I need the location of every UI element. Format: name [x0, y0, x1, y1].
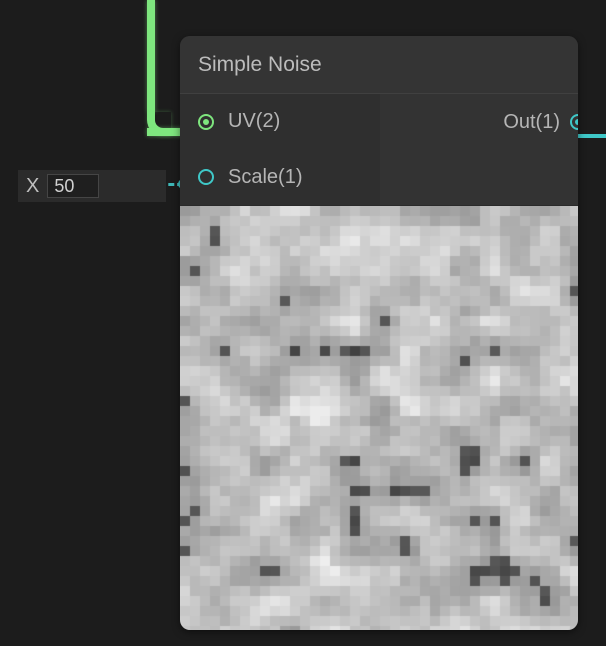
port-socket-icon[interactable] — [198, 114, 214, 130]
node-preview — [180, 206, 578, 630]
node-simple-noise[interactable]: Simple Noise UV(2) Scale(1) Out(1) — [180, 36, 578, 630]
float-value-input[interactable] — [47, 174, 99, 198]
float-label: X — [26, 175, 39, 198]
connection-wire-uv — [147, 0, 155, 112]
node-outputs: Out(1) — [380, 94, 578, 205]
node-title: Simple Noise — [198, 53, 322, 77]
node-ports: UV(2) Scale(1) Out(1) — [180, 94, 578, 206]
port-socket-icon[interactable] — [198, 169, 214, 185]
node-inputs: UV(2) Scale(1) — [180, 94, 380, 205]
port-socket-icon[interactable] — [570, 114, 578, 130]
port-label: Out(1) — [503, 111, 560, 134]
noise-preview-canvas — [180, 206, 578, 630]
input-port-scale[interactable]: Scale(1) — [180, 150, 380, 206]
port-label: Scale(1) — [228, 166, 302, 189]
node-header[interactable]: Simple Noise — [180, 36, 578, 94]
input-port-uv[interactable]: UV(2) — [180, 94, 380, 150]
port-label: UV(2) — [228, 110, 280, 133]
float-node[interactable]: X — [18, 170, 166, 202]
output-port-out[interactable]: Out(1) — [380, 94, 578, 150]
